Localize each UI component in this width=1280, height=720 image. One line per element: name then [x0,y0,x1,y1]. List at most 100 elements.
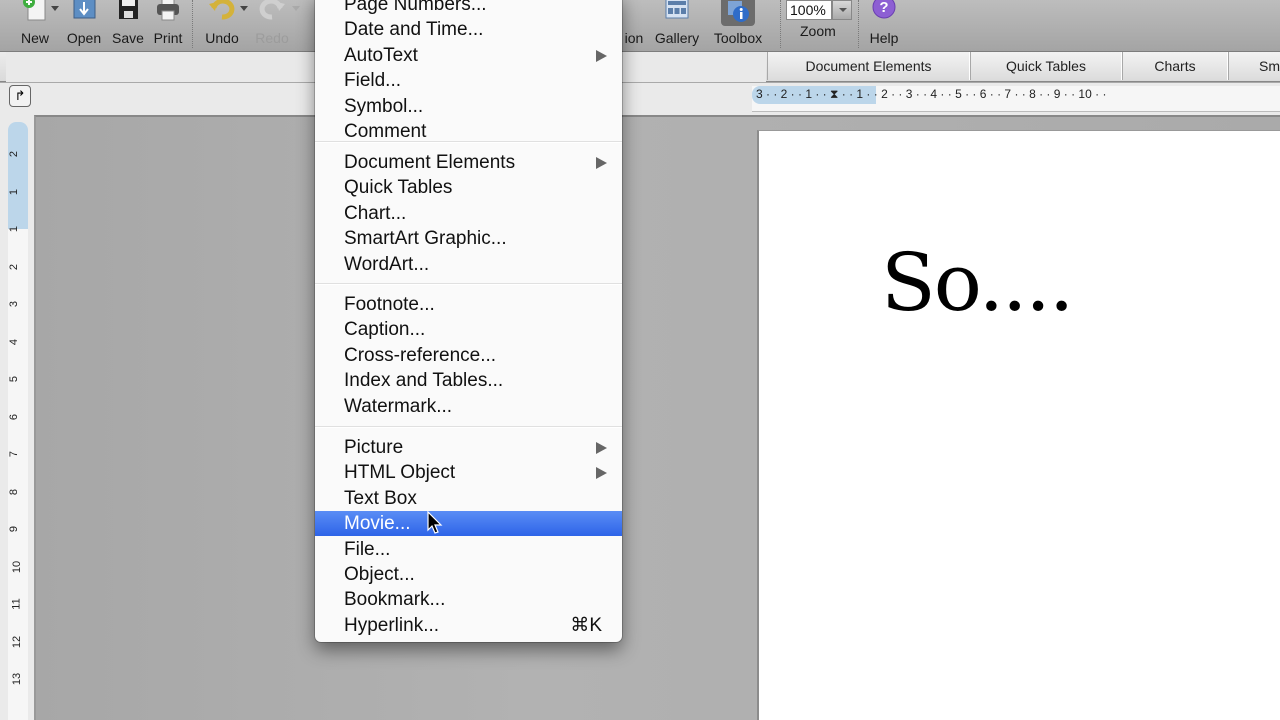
menu-item-wordart[interactable]: WordArt... [315,252,622,277]
menu-item-label: HTML Object [344,462,456,484]
menu-item-movie[interactable]: Movie... [315,511,622,537]
menu-item-label: Object... [344,564,415,585]
svg-text:?: ? [879,0,888,16]
menu-item-page-numbers[interactable]: Page Numbers... [315,0,622,17]
elements-gallery-ribbon: Document Elements Quick Tables Charts Sm [0,52,1280,82]
help-button[interactable]: ? Help [866,0,902,52]
menu-item-document-elements[interactable]: Document Elements [315,150,622,175]
vertical-ruler-number: 4 [8,338,21,345]
menu-item-cross-reference[interactable]: Cross-reference... [315,343,622,368]
horizontal-ruler-ticks: 3 · · 2 · · 1 · · ⧗ · · 1 · · 2 · · 3 · … [756,87,1107,101]
vertical-ruler[interactable]: 2 1 1 2 3 4 5 6 7 8 9 10 11 12 13 [8,122,28,720]
submenu-arrow-icon [596,49,607,62]
menu-item-html-object[interactable]: HTML Object [315,460,622,485]
toolbar-separator [780,0,781,48]
ruler-top-margin [8,122,28,229]
menu-item-label: Movie... [344,513,411,535]
menu-item-watermark[interactable]: Watermark... [315,394,622,419]
toolbar-separator [192,0,193,48]
menu-item-label: Index and Tables... [344,370,504,392]
menu-item-label: Comment [344,121,427,142]
toolbox-button[interactable]: Toolbox [708,0,768,52]
mouse-cursor-icon [427,510,443,540]
menu-item-object[interactable]: Object... [315,562,622,587]
menu-item-label: AutoText [344,44,418,66]
document-page[interactable]: So.... [757,130,1280,720]
vertical-ruler-number: 10 [11,560,24,573]
menu-item-index-and-tables[interactable]: Index and Tables... [315,368,622,393]
undo-button[interactable]: Undo [201,0,243,52]
submenu-arrow-icon [596,157,607,169]
menu-item-field[interactable]: Field... [315,68,622,93]
menu-item-bookmark[interactable]: Bookmark... [315,587,622,612]
undo-arrow-icon [208,0,236,22]
menu-item-quick-tables[interactable]: Quick Tables [315,175,622,200]
menu-separator [315,283,622,285]
redo-button[interactable]: Redo [253,0,291,52]
vertical-ruler-number: 2 [8,150,21,158]
menu-item-label: Field... [344,70,402,92]
menu-item-label: Quick Tables [344,177,453,199]
tab-charts[interactable]: Charts [1122,52,1228,80]
submenu-arrow-icon [596,467,607,480]
zoom-field[interactable]: 100% [786,0,832,20]
gallery-icon [663,0,691,22]
tab-quick-tables[interactable]: Quick Tables [970,52,1122,80]
menu-item-label: Date and Time... [344,19,484,41]
menu-item-date-and-time[interactable]: Date and Time... [315,17,622,42]
new-dropdown-arrow[interactable] [51,6,59,11]
menu-item-hyperlink[interactable]: Hyperlink... ⌘K [315,613,622,638]
document-text: So.... [881,236,1074,329]
menu-item-label: Watermark... [344,395,453,417]
vertical-ruler-number: 7 [8,450,21,458]
save-disk-icon [114,0,142,22]
undo-dropdown-arrow[interactable] [240,6,248,11]
vertical-ruler-number: 5 [8,375,21,383]
vertical-ruler-number: 8 [8,488,21,495]
menu-item-autotext[interactable]: AutoText [315,43,622,68]
tab-stop-selector[interactable]: ↱ [9,85,31,107]
redo-dropdown-arrow[interactable] [292,6,300,11]
new-button[interactable]: New [18,0,52,52]
toolbox-info-icon [721,0,755,26]
menu-separator [315,426,622,428]
menu-item-chart[interactable]: Chart... [315,201,622,226]
tab-document-elements[interactable]: Document Elements [767,52,970,80]
vertical-ruler-number: 11 [10,598,23,610]
menu-item-label: Bookmark... [344,589,446,611]
horizontal-ruler[interactable]: 3 · · 2 · · 1 · · ⧗ · · 1 · · 2 · · 3 · … [752,86,1280,112]
insert-menu: Page Numbers... Date and Time... AutoText F… [315,0,622,642]
print-button[interactable]: Print [150,0,186,52]
vertical-ruler-number: 2 [8,263,21,270]
tab-smartart[interactable]: Sm [1228,52,1280,80]
redo-arrow-icon [258,0,286,22]
menu-item-label: Caption... [344,319,426,341]
toolbar-separator [858,0,859,48]
zoom-dropdown-button[interactable] [832,0,852,20]
vertical-ruler-number: 12 [11,635,24,648]
vertical-ruler-number: 6 [8,413,21,420]
menu-item-smartart-graphic[interactable]: SmartArt Graphic... [315,226,622,251]
zoom-label: Zoom [800,23,836,39]
open-button[interactable]: Open [66,0,102,52]
media-browser-button[interactable]: ion [620,0,648,52]
menu-item-label: Cross-reference... [344,344,497,366]
menu-item-label: Text Box [344,487,417,509]
menu-item-label: SmartArt Graphic... [344,228,507,250]
standard-toolbar: New Open Save Print Undo Redo ion Galler… [0,0,1280,52]
menu-item-footnote[interactable]: Footnote... [315,292,622,317]
printer-icon [154,0,182,22]
new-document-icon [21,0,49,22]
save-button[interactable]: Save [111,0,145,52]
menu-item-caption[interactable]: Caption... [315,317,622,342]
open-folder-icon [70,0,98,22]
menu-item-symbol[interactable]: Symbol... [315,94,622,119]
keyboard-shortcut: ⌘K [570,614,602,636]
menu-item-label: Chart... [344,202,407,224]
menu-item-picture[interactable]: Picture [315,435,622,460]
vertical-ruler-number: 9 [8,525,21,533]
menu-item-file[interactable]: File... [315,537,622,562]
gallery-button[interactable]: Gallery [652,0,702,52]
menu-item-label: Symbol... [344,95,424,117]
menu-item-text-box[interactable]: Text Box [315,486,622,511]
